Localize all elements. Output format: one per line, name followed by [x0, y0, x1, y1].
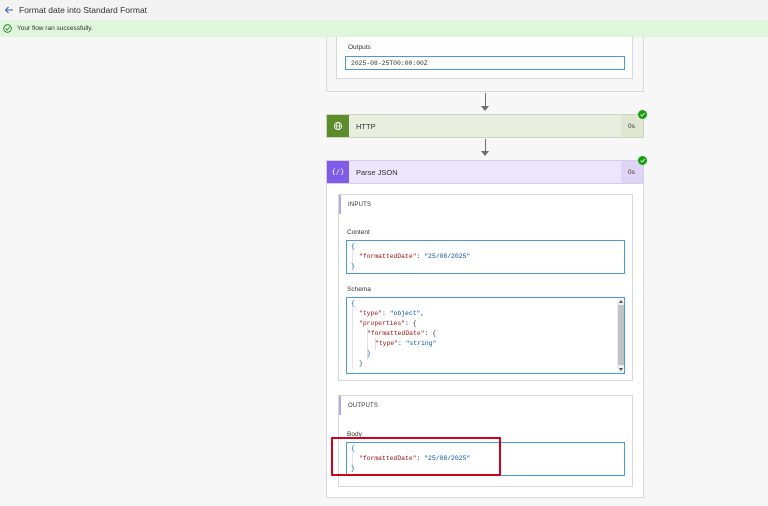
- http-action-name: HTTP: [356, 121, 376, 131]
- compose-card-frame: [326, 37, 644, 92]
- success-banner: Your flow ran successfully.: [0, 20, 768, 37]
- highlight-box: [331, 437, 501, 476]
- schema-comma: ,: [420, 310, 425, 317]
- inputs-section-title: INPUTS: [339, 195, 632, 214]
- curly-braces-icon: {/}: [327, 161, 349, 183]
- schema-line-close-props: }: [359, 360, 363, 367]
- schema-line-type: "type": "object",: [359, 310, 424, 317]
- schema-properties-key: "properties": [359, 320, 406, 327]
- schema-fd-open: : {: [424, 330, 437, 337]
- outputs-section-title: OUTPUTS: [339, 396, 632, 415]
- schema-inner-colon: :: [398, 340, 406, 347]
- schema-line-open: {: [351, 300, 355, 307]
- top-bar: Format date into Standard Format: [0, 0, 768, 20]
- http-action-header[interactable]: HTTP: [326, 114, 644, 138]
- page-title: Format date into Standard Format: [19, 5, 148, 15]
- connector-arrow-icon: [481, 151, 489, 156]
- schema-properties-open: : {: [405, 320, 417, 327]
- http-success-icon: [638, 110, 647, 119]
- schema-scroll-thumb[interactable]: [618, 305, 624, 365]
- http-duration: 0s: [628, 123, 635, 130]
- content-line-open: {: [351, 243, 355, 250]
- schema-line-close-inner: }: [367, 350, 371, 357]
- parse-json-action-header[interactable]: {/} Parse JSON: [326, 160, 644, 184]
- schema-line-properties: "properties": {: [359, 320, 417, 327]
- parse-json-action-name: Parse JSON: [356, 167, 398, 177]
- schema-inner-type-value: "string": [405, 340, 437, 347]
- schema-line-formatted-date: "formattedDate": {: [367, 330, 436, 337]
- content-line-close: }: [351, 263, 355, 270]
- globe-icon: [327, 115, 349, 137]
- scroll-up-icon[interactable]: [619, 300, 623, 303]
- banner-message: Your flow ran successfully.: [17, 25, 93, 32]
- schema-line-inner-type: "type": "string": [375, 340, 436, 347]
- schema-type-key: "type": [359, 310, 383, 317]
- parse-json-duration: 0s: [628, 169, 635, 176]
- connector-arrow-icon: [481, 106, 489, 111]
- content-label: Content: [347, 229, 370, 236]
- schema-colon: :: [382, 310, 390, 317]
- content-line-entry: "formattedDate": "25/08/2025": [359, 253, 470, 260]
- check-circle-icon: [3, 24, 12, 33]
- parse-json-success-icon: [638, 156, 647, 165]
- content-key: "formattedDate": [359, 253, 417, 260]
- schema-fd-key: "formattedDate": [367, 330, 425, 337]
- schema-type-value: "object": [389, 310, 421, 317]
- back-arrow-icon[interactable]: [1, 2, 17, 18]
- scroll-down-icon[interactable]: [619, 368, 623, 371]
- content-value: "25/08/2025": [424, 253, 471, 260]
- content-field[interactable]: { "formattedDate": "25/08/2025" }: [346, 240, 625, 274]
- schema-inner-type-key: "type": [375, 340, 399, 347]
- schema-label: Schema: [347, 286, 371, 293]
- schema-scrollbar[interactable]: [617, 298, 624, 373]
- schema-field[interactable]: { "type": "object", "properties": { "for…: [346, 297, 625, 374]
- indent-guide: [352, 307, 353, 369]
- inputs-section: INPUTS Content { "formattedDate": "25/08…: [338, 194, 633, 381]
